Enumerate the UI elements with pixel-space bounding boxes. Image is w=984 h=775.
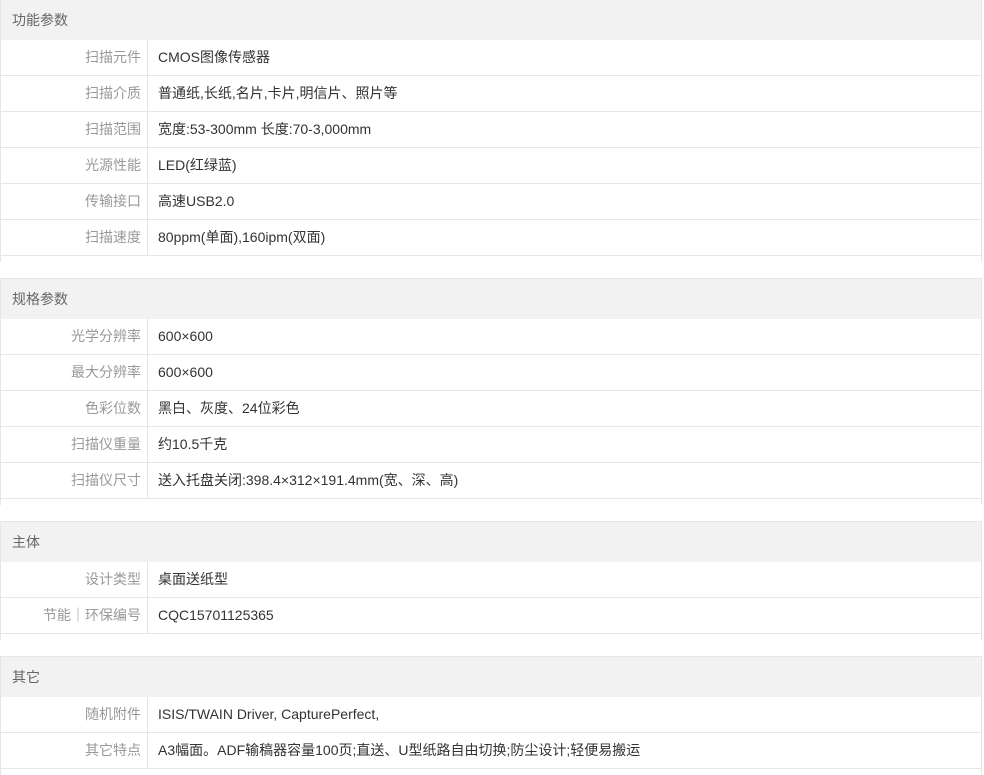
spec-key: 扫描元件	[1, 40, 148, 75]
spec-value: 宽度:53-300mm 长度:70-3,000mm	[158, 121, 372, 137]
spec-row: 光源性能 LED(红绿蓝)	[1, 148, 981, 184]
spec-key: 色彩位数	[1, 391, 148, 426]
spec-key: 扫描介质	[1, 76, 148, 111]
spec-key: 其它特点	[1, 733, 148, 768]
spec-row: 传输接口 高速USB2.0	[1, 184, 981, 220]
spec-section: 规格参数 光学分辨率 600×600 最大分辨率 600×600 色彩位数 黑白、灰度、24…	[0, 278, 982, 505]
spec-row: 扫描速度 80ppm(单面),160ipm(双面)	[1, 220, 981, 256]
spec-section: 其它 随机附件 ISIS/TWAIN Driver, CapturePerfect,…	[0, 656, 982, 775]
spec-list: 功能参数 扫描元件 CMOS图像传感器 扫描介质 普通纸,长纸,名片,卡片,明信片、照片…	[0, 0, 984, 775]
spec-key: 光源性能	[1, 148, 148, 183]
spec-row: 扫描介质 普通纸,长纸,名片,卡片,明信片、照片等	[1, 76, 981, 112]
section-title: 主体	[1, 521, 981, 562]
spec-value: 黑白、灰度、24位彩色	[158, 400, 300, 416]
spec-row: 扫描元件 CMOS图像传感器	[1, 40, 981, 76]
spec-value: 600×600	[158, 328, 213, 344]
spec-value: 约10.5千克	[158, 436, 228, 452]
section-title: 规格参数	[1, 278, 981, 319]
spec-value: CMOS图像传感器	[158, 49, 270, 65]
spec-key: 设计类型	[1, 562, 148, 597]
spec-row: 色彩位数 黑白、灰度、24位彩色	[1, 391, 981, 427]
spec-key: 随机附件	[1, 697, 148, 732]
spec-value: 600×600	[158, 364, 213, 380]
spec-value: 普通纸,长纸,名片,卡片,明信片、照片等	[158, 85, 398, 101]
spec-value: LED(红绿蓝)	[158, 157, 237, 173]
section-title: 其它	[1, 656, 981, 697]
spec-key: 最大分辨率	[1, 355, 148, 390]
section-title: 功能参数	[1, 0, 981, 40]
spec-row: 节能｜环保编号 CQC15701125365	[1, 598, 981, 634]
spec-row: 扫描仪尺寸 送入托盘关闭:398.4×312×191.4mm(宽、深、高)	[1, 463, 981, 499]
spec-key: 扫描范围	[1, 112, 148, 147]
spec-key: 扫描仪尺寸	[1, 463, 148, 498]
spec-row: 设计类型 桌面送纸型	[1, 562, 981, 598]
spec-key: 节能｜环保编号	[1, 598, 148, 633]
spec-value: CQC15701125365	[158, 607, 274, 623]
spec-row: 光学分辨率 600×600	[1, 319, 981, 355]
spec-value: 桌面送纸型	[158, 571, 228, 587]
spec-key: 光学分辨率	[1, 319, 148, 354]
spec-value: A3幅面。ADF输稿器容量100页;直送、U型纸路自由切换;防尘设计;轻便易搬运	[158, 742, 641, 758]
spec-row: 其它特点 A3幅面。ADF输稿器容量100页;直送、U型纸路自由切换;防尘设计;轻…	[1, 733, 981, 769]
spec-value: 80ppm(单面),160ipm(双面)	[158, 229, 326, 245]
spec-row: 扫描范围 宽度:53-300mm 长度:70-3,000mm	[1, 112, 981, 148]
spec-key: 扫描速度	[1, 220, 148, 255]
spec-section: 主体 设计类型 桌面送纸型 节能｜环保编号 CQC15701125365	[0, 521, 982, 640]
spec-value: ISIS/TWAIN Driver, CapturePerfect,	[158, 706, 380, 722]
spec-section: 功能参数 扫描元件 CMOS图像传感器 扫描介质 普通纸,长纸,名片,卡片,明信片、照片…	[0, 0, 982, 262]
spec-value: 送入托盘关闭:398.4×312×191.4mm(宽、深、高)	[158, 472, 459, 488]
spec-row: 扫描仪重量 约10.5千克	[1, 427, 981, 463]
spec-key: 传输接口	[1, 184, 148, 219]
spec-value: 高速USB2.0	[158, 193, 235, 209]
spec-row: 随机附件 ISIS/TWAIN Driver, CapturePerfect,	[1, 697, 981, 733]
spec-key: 扫描仪重量	[1, 427, 148, 462]
spec-row: 最大分辨率 600×600	[1, 355, 981, 391]
